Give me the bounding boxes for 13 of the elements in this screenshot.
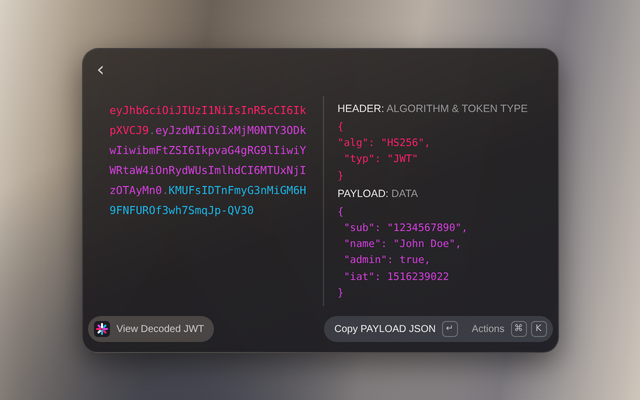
shortcut-key: ⌘: [510, 321, 526, 337]
shortcut-key: K: [530, 321, 546, 337]
view-decoded-button[interactable]: View Decoded JWT: [88, 316, 214, 342]
return-key: ↵: [442, 321, 458, 337]
copy-payload-button[interactable]: Copy PAYLOAD JSON: [332, 324, 438, 334]
section-heading: PAYLOAD: DATA: [338, 188, 419, 200]
app-logo-icon: [94, 321, 110, 337]
jwt-token-text: eyJhbGciOiJIUzI1NiIsInR5cCI6IkpXVCJ9.eyJzdWIiOiIxMjM0NTY3ODkwIiwibmFtZSI6IkpvaG4gRG9lIiwiYWRtaW4iOnRydWUsImlhdCI6MTUxNjIzOTAyMn0.KMUFsIDTnFmyG3nMiGM6H9FNFUROf3wh7SmqJp-QV30: [110, 103, 308, 219]
back-button[interactable]: ‹: [92, 59, 108, 79]
actions-button[interactable]: Actions: [470, 324, 506, 334]
json-code: { "sub": "1234567890", "name": "John Doe", "admin": true, "iat": 1516239022 }: [338, 204, 469, 301]
section-heading: HEADER: ALGORITHM & TOKEN TYPE: [338, 103, 529, 115]
json-code: { "alg": "HS256", "typ": "JWT" }: [338, 120, 432, 184]
